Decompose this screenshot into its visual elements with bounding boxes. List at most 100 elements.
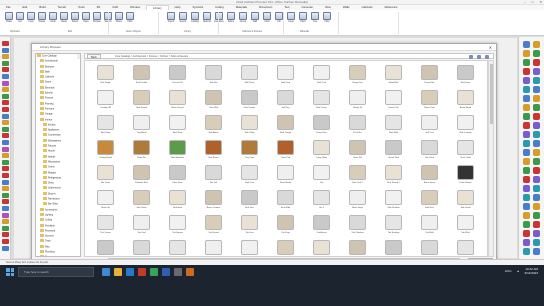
library-item[interactable]: Sink Trough <box>269 114 302 139</box>
library-item[interactable]: Tub Clawfoot <box>341 214 374 239</box>
library-item[interactable]: Urn 2 <box>305 189 338 214</box>
ribbon-button-tree[interactable]: Tree <box>310 12 320 30</box>
library-item[interactable]: Tub Whirl <box>449 214 482 239</box>
library-item[interactable]: Sink Glass <box>125 189 158 214</box>
ribbon-button-help[interactable]: Help <box>322 12 332 30</box>
library-item[interactable]: Sink Laundry <box>449 114 482 139</box>
library-item[interactable]: Sink Oval <box>305 64 338 89</box>
tree-node[interactable]: Showers <box>36 255 80 256</box>
right-tool-icon[interactable] <box>523 140 530 147</box>
library-item[interactable]: Tile Sub <box>233 239 266 256</box>
library-item[interactable]: Pot Filler <box>341 114 374 139</box>
library-item[interactable]: Drain Round <box>449 164 482 189</box>
library-item[interactable]: Sink Round 2 <box>377 164 410 189</box>
library-item[interactable]: Sink Prep <box>269 64 302 89</box>
library-tree[interactable]: Core Catalogs Architectural Bedroom Bath Cab… <box>35 53 81 257</box>
library-item[interactable]: Tile Glass <box>305 239 338 256</box>
library-item[interactable]: Basin Wood <box>449 89 482 114</box>
library-item[interactable]: Tray Cane <box>233 139 266 164</box>
ribbon-button-export[interactable]: Export <box>178 12 188 30</box>
excel-icon[interactable] <box>150 268 158 276</box>
right-tool-icon[interactable] <box>533 104 540 111</box>
library-item[interactable]: Floor Vase <box>161 164 194 189</box>
library-item[interactable]: Sink Corner <box>305 89 338 114</box>
left-tool-icon[interactable] <box>2 179 9 185</box>
library-item[interactable]: Basin Stone <box>413 164 446 189</box>
right-tool-icon[interactable] <box>523 194 530 201</box>
language-indicator[interactable]: ENG <box>505 269 512 273</box>
library-item[interactable]: Bowl Bamboo <box>161 139 194 164</box>
right-tool-icon[interactable] <box>533 86 540 93</box>
ribbon-button-color[interactable]: Color <box>262 12 272 30</box>
right-tool-icon[interactable] <box>533 50 540 57</box>
grid-scroll-thumb[interactable] <box>490 64 493 124</box>
chief-architect-icon[interactable] <box>138 268 146 276</box>
start-icon[interactable] <box>6 268 14 276</box>
right-tool-icon[interactable] <box>523 248 530 255</box>
library-item[interactable]: Tub Oval <box>125 214 158 239</box>
library-item[interactable]: Stand Kettle <box>269 164 302 189</box>
left-tool-icon[interactable] <box>2 41 9 46</box>
right-tool-icon[interactable] <box>523 149 530 156</box>
left-tool-icon[interactable] <box>2 192 9 198</box>
left-tool-icon[interactable] <box>2 212 9 218</box>
library-item[interactable]: Sink Cast <box>233 164 266 189</box>
left-tool-icon[interactable] <box>2 67 9 73</box>
library-item[interactable]: Wall Clock <box>233 64 266 89</box>
library-item[interactable]: Tub Alcove <box>305 214 338 239</box>
right-tool-icon[interactable] <box>533 149 540 156</box>
right-tool-icon[interactable] <box>533 185 540 192</box>
library-item[interactable]: Sink Farm <box>449 64 482 89</box>
ribbon-button-undo[interactable]: Undo <box>48 12 58 30</box>
library-item[interactable]: Cutting Board <box>89 139 122 164</box>
word-icon[interactable] <box>162 268 170 276</box>
library-item[interactable]: Tub Soaking <box>377 214 410 239</box>
library-item[interactable]: Hood Wall <box>377 64 410 89</box>
right-tool-icon[interactable] <box>533 248 540 255</box>
left-tool-icon[interactable] <box>2 146 9 152</box>
library-item[interactable]: Tile Stone <box>341 239 374 256</box>
library-item[interactable]: Basin Sq <box>89 189 122 214</box>
library-item[interactable]: Vase Tall <box>341 139 374 164</box>
library-item[interactable]: Sink Wide <box>269 189 302 214</box>
left-tool-icon[interactable] <box>2 74 9 79</box>
right-tool-icon[interactable] <box>533 59 540 66</box>
right-tool-icon[interactable] <box>523 158 530 165</box>
left-tool-icon[interactable] <box>2 120 9 126</box>
left-tool-icon[interactable] <box>2 54 9 60</box>
library-item[interactable]: Rack Wall <box>377 114 410 139</box>
library-item[interactable]: Tub Round <box>197 214 230 239</box>
right-tool-icon[interactable] <box>523 50 530 57</box>
library-item[interactable]: Tile Mosaic <box>125 239 158 256</box>
library-item[interactable]: Tile Slate <box>449 239 482 256</box>
right-tool-icon[interactable] <box>533 203 540 210</box>
library-item[interactable]: Tile Wood <box>377 239 410 256</box>
library-item[interactable]: Dish Drawer <box>233 89 266 114</box>
library-item[interactable]: Tub Drop <box>269 214 302 239</box>
library-item[interactable]: Basin Deep <box>341 189 374 214</box>
ribbon-button-wall[interactable]: Wall <box>250 12 260 30</box>
left-tool-icon[interactable] <box>2 107 9 112</box>
left-tool-icon[interactable] <box>2 159 9 165</box>
right-tool-icon[interactable] <box>523 122 530 129</box>
back-button[interactable]: Back <box>87 54 101 59</box>
right-tool-icon[interactable] <box>523 104 530 111</box>
ribbon-button-cut[interactable]: Cut <box>15 12 25 30</box>
right-tool-icon[interactable] <box>523 95 530 102</box>
ribbon-button-filter[interactable]: Filter <box>125 12 135 30</box>
library-item[interactable]: Cooktop 4B <box>89 89 122 114</box>
right-tool-icon[interactable] <box>533 239 540 246</box>
grid-scrollbar[interactable] <box>488 60 494 257</box>
right-tool-icon[interactable] <box>523 77 530 84</box>
dialog-close-icon[interactable]: ✕ <box>489 44 492 51</box>
right-tool-icon[interactable] <box>533 230 540 237</box>
grid-view-icon[interactable] <box>477 54 481 59</box>
library-item[interactable]: Sink Deep <box>89 114 122 139</box>
wifi-icon[interactable]: ▲ <box>517 269 520 273</box>
library-item[interactable]: Sink Rect <box>413 189 446 214</box>
ribbon-button-layer[interactable]: Layer <box>286 12 296 30</box>
taskbar-search-input[interactable]: Type here to search <box>18 267 94 277</box>
library-item[interactable]: Pan Rack <box>413 139 446 164</box>
ribbon-button-paste[interactable]: Paste <box>4 12 14 30</box>
library-item[interactable]: Sink Bar <box>197 64 230 89</box>
